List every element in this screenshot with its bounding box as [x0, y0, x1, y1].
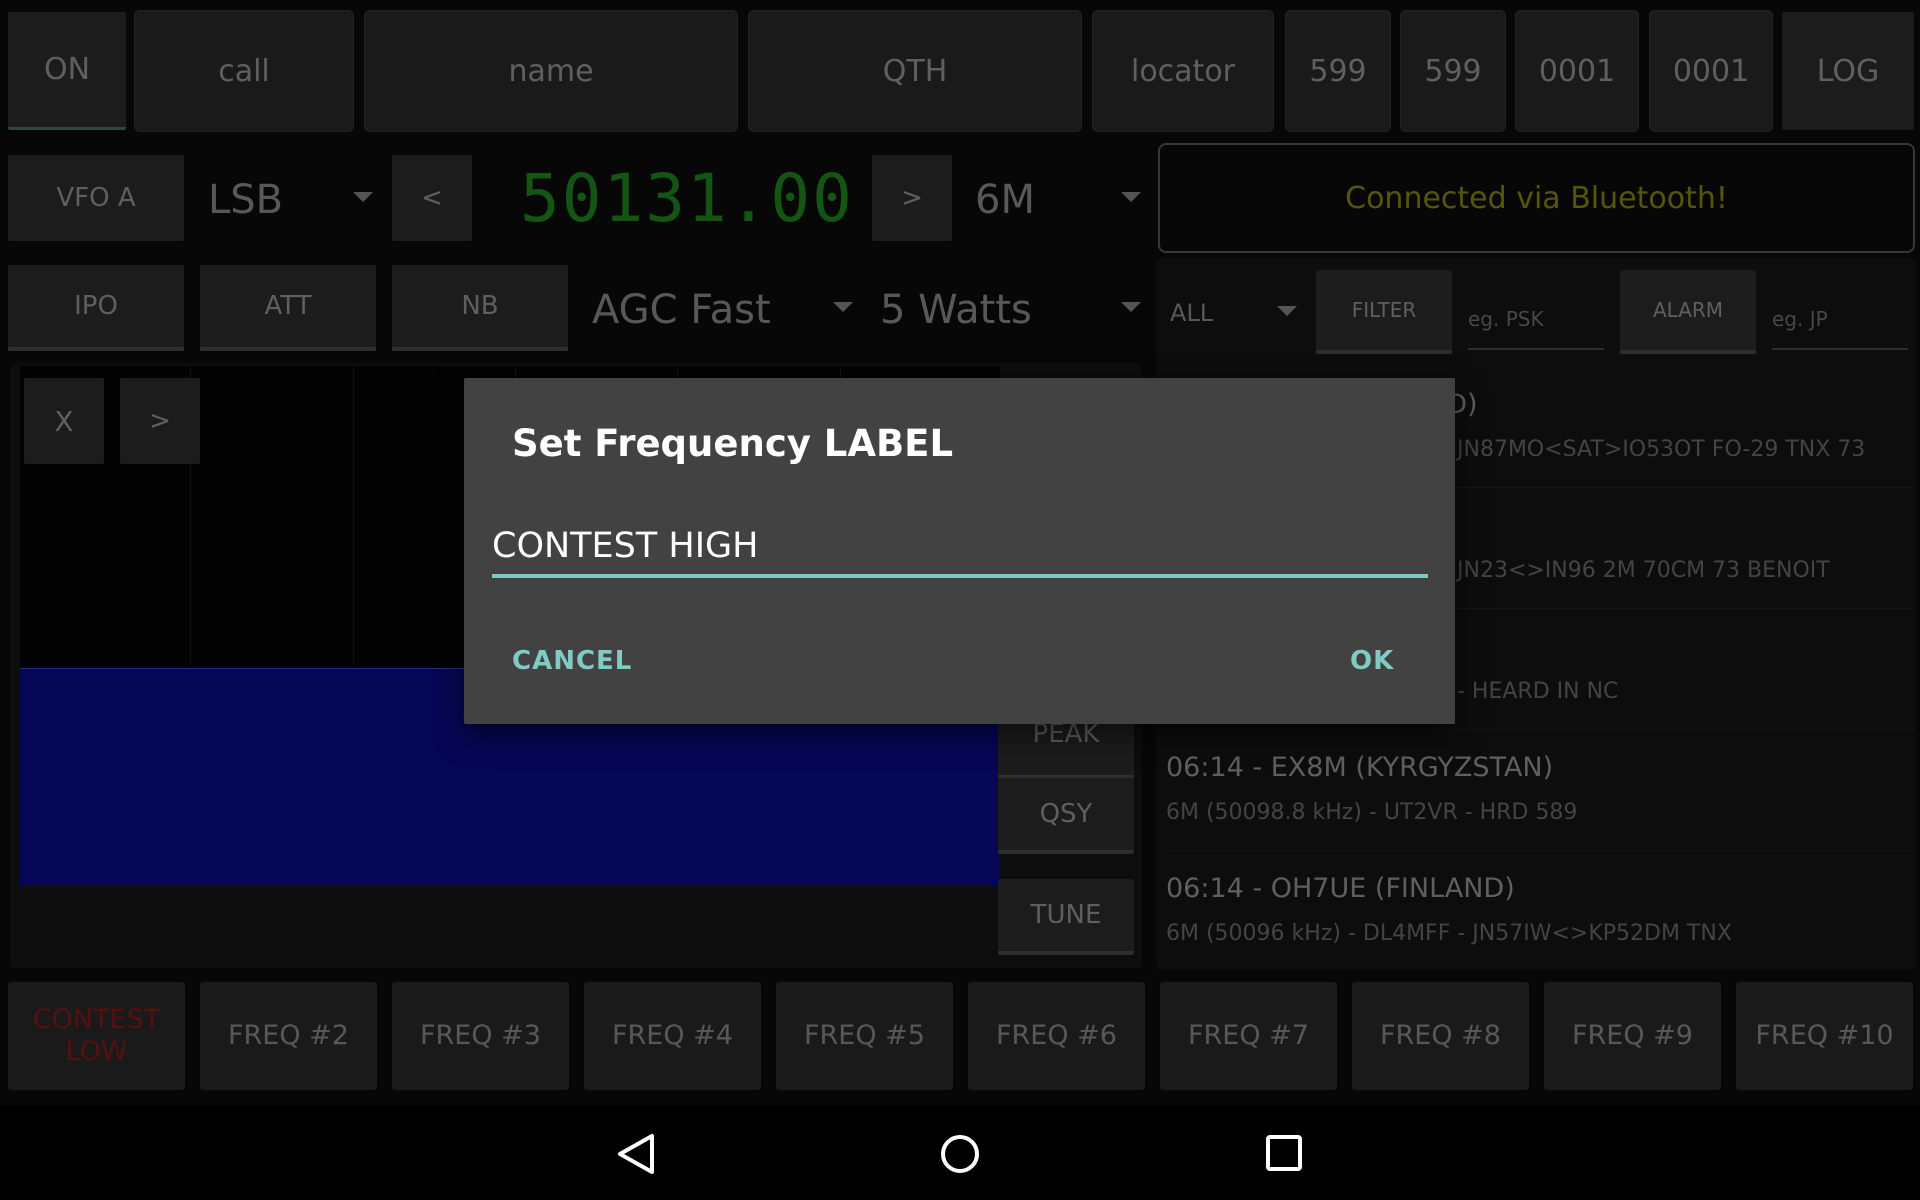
set-label-dialog: Set Frequency LABEL CANCEL OK: [464, 378, 1455, 724]
label-input[interactable]: [492, 518, 1428, 578]
ok-button[interactable]: OK: [1350, 646, 1394, 676]
recents-icon[interactable]: [1264, 1133, 1304, 1173]
back-icon[interactable]: [614, 1131, 660, 1177]
system-navigation-bar: [0, 1105, 1920, 1200]
cancel-button[interactable]: CANCEL: [512, 646, 632, 676]
home-icon[interactable]: [938, 1132, 982, 1176]
dialog-title: Set Frequency LABEL: [512, 422, 954, 465]
